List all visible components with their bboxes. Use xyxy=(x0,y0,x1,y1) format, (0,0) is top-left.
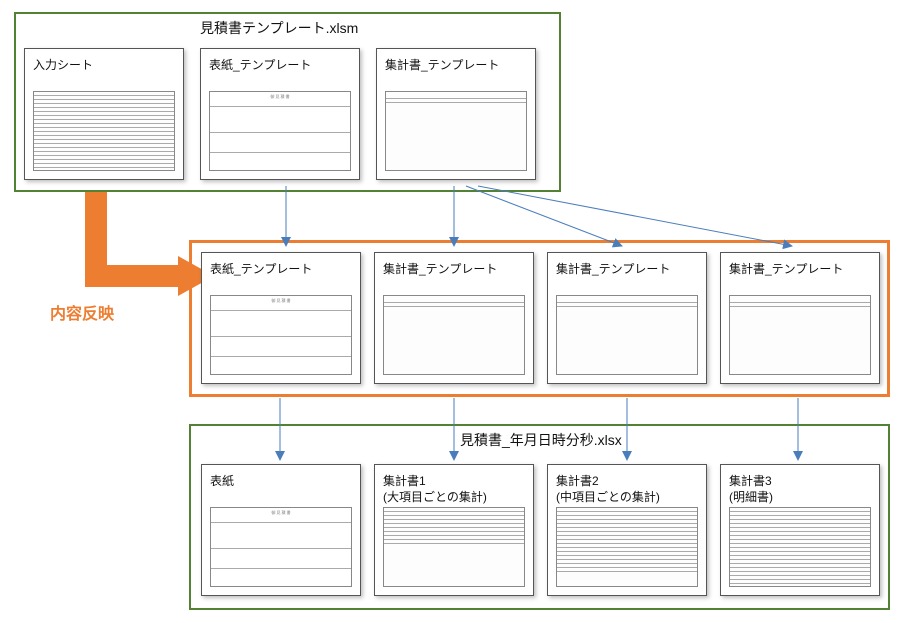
thumbnail-spreadsheet xyxy=(33,91,175,171)
card-title: 集計書2 (中項目ごとの集計) xyxy=(548,465,706,507)
card-title: 集計書3 (明細書) xyxy=(721,465,879,507)
thumbnail-wide-table xyxy=(385,91,527,171)
card-title: 集計書_テンプレート xyxy=(375,253,533,279)
thumbnail-document: 御 見 積 書 xyxy=(209,91,351,171)
thumbnail-document: 御 見 積 書 xyxy=(210,507,352,587)
card-cover-template: 表紙_テンプレート 御 見 積 書 xyxy=(200,48,360,180)
group-top-title: 見積書テンプレート.xlsm xyxy=(200,18,358,38)
card-title: 集計書_テンプレート xyxy=(548,253,706,279)
card-title: 表紙_テンプレート xyxy=(202,253,360,279)
thumbnail-wide-table xyxy=(556,295,698,375)
card-title: 集計書_テンプレート xyxy=(377,49,535,75)
card-title: 入力シート xyxy=(25,49,183,75)
card-mid-summary-2: 集計書_テンプレート xyxy=(547,252,707,384)
thumbnail-document: 御 見 積 書 xyxy=(210,295,352,375)
card-title: 集計書1 (大項目ごとの集計) xyxy=(375,465,533,507)
card-title: 表紙 xyxy=(202,465,360,491)
card-title: 表紙_テンプレート xyxy=(201,49,359,75)
thumbnail-spreadsheet xyxy=(383,507,525,587)
card-input-sheet: 入力シート xyxy=(24,48,184,180)
arrow-label: 内容反映 xyxy=(50,300,114,324)
group-bottom-title: 見積書_年月日時分秒.xlsx xyxy=(460,430,622,450)
thumbnail-spreadsheet xyxy=(729,507,871,587)
card-out-summary-2: 集計書2 (中項目ごとの集計) xyxy=(547,464,707,596)
thumbnail-wide-table xyxy=(383,295,525,375)
card-out-summary-1: 集計書1 (大項目ごとの集計) xyxy=(374,464,534,596)
card-mid-summary-3: 集計書_テンプレート xyxy=(720,252,880,384)
card-mid-cover: 表紙_テンプレート 御 見 積 書 xyxy=(201,252,361,384)
thumbnail-spreadsheet xyxy=(556,507,698,587)
card-mid-summary-1: 集計書_テンプレート xyxy=(374,252,534,384)
card-out-cover: 表紙 御 見 積 書 xyxy=(201,464,361,596)
card-summary-template: 集計書_テンプレート xyxy=(376,48,536,180)
card-title: 集計書_テンプレート xyxy=(721,253,879,279)
thumbnail-wide-table xyxy=(729,295,871,375)
card-out-summary-3: 集計書3 (明細書) xyxy=(720,464,880,596)
